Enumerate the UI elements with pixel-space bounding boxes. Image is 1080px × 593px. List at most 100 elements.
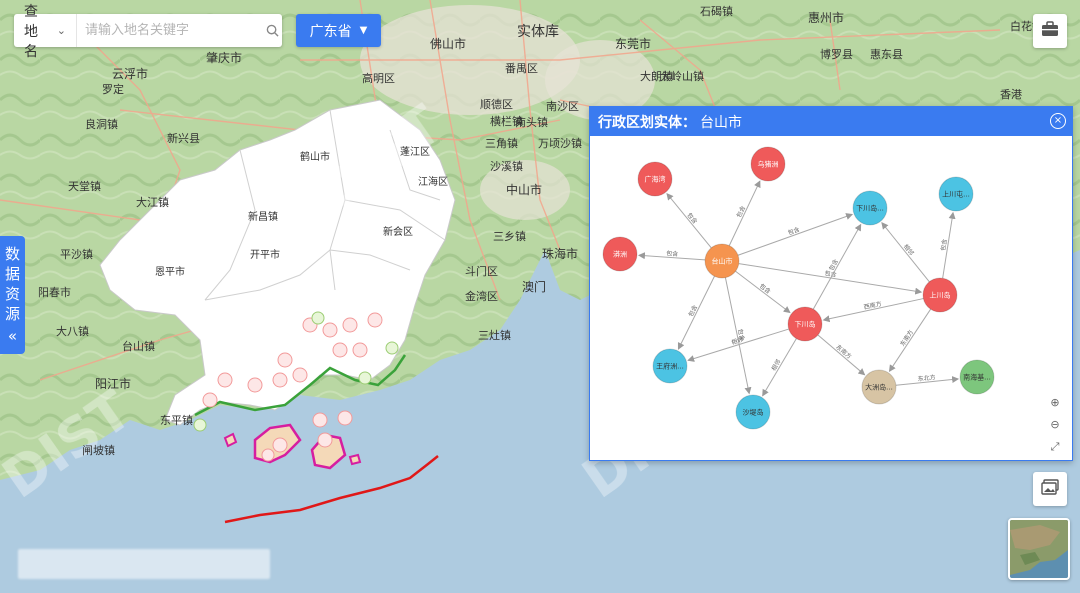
side-tab-char: 数 [4,245,20,263]
place-label: 平沙镇 [60,247,93,261]
graph-node-label: 大洲岛... [865,383,893,392]
graph-node-label: 台山市 [712,257,733,266]
graph-edge-label: 包含 [685,211,699,225]
graph-node[interactable]: 上川屯... [938,176,974,212]
graph-node[interactable]: 沙堤岛 [735,394,771,430]
overview-minimap[interactable] [1008,518,1070,580]
province-label: 广东省 [309,23,352,40]
panel-header: 行政区划实体： 台山市 [590,107,1072,136]
graph-edge-label: 相邻 [730,335,744,346]
graph-node-label: 沙堤岛 [743,408,764,417]
graph-node[interactable]: 台山市 [704,243,740,279]
toolbox-button[interactable] [1033,14,1067,48]
fit-view-icon[interactable]: ⤢ [1051,440,1060,454]
graph-node-label: 广海湾 [645,175,666,184]
knowledge-graph[interactable]: 包含 包含包含包含包含包含包含包含包含相邻相邻东南方西南方相邻 包含东南方东北方 台… [590,136,1072,460]
place-label: 番禺区 [505,62,538,75]
place-label: 横栏镇 [490,114,523,128]
place-label: 台山镇 [122,339,155,353]
graph-edge-label: 包含 [787,225,801,237]
graph-node-label: 王府洲... [656,362,684,371]
graph-edge-label: 包含 [735,205,747,219]
graph-node[interactable]: 乌猪洲 [750,146,786,182]
expand-arrow-icon: « [7,327,18,345]
close-icon[interactable]: × [1050,113,1066,129]
graph-edge-label: 包含 [758,282,772,296]
place-label: 罗定 [102,82,124,96]
graph-edge-label: 包含 [687,304,700,318]
place-label: 新兴县 [167,131,200,145]
place-label: 惠州市 [808,10,844,25]
graph-node-label: 下川岛... [856,204,884,213]
chevron-down-icon: ⌄ [56,24,66,37]
data-resource-tab[interactable]: 数 据 资 源 « [0,236,25,354]
place-label: 大江镇 [136,195,169,209]
place-label: 东莞市 [615,36,651,51]
graph-node[interactable]: 王府洲... [652,348,688,384]
place-label: 斗门区 [465,264,498,278]
place-label: 新会区 [383,225,413,238]
graph-node[interactable]: 南海基... [959,359,995,395]
graph-node-label: 上川岛 [930,291,951,300]
search-input[interactable] [76,14,263,47]
place-label: 实体库 [517,24,559,40]
place-label: 万顷沙镇 [538,136,582,150]
basemap-switch-button[interactable] [1033,472,1067,506]
minimap-image [1010,520,1068,578]
entity-panel: 行政区划实体： 台山市 × 包含 包含 包含 包含 包含 包含 包含 包含 包含 相邻 相邻 东南方西… [589,106,1073,461]
graph-node[interactable]: 上川岛 [922,277,958,313]
coordinate-bar [18,549,270,579]
graph-node-label: 上川屯... [942,190,970,199]
place-search-box: 查地名 ⌄ [14,4,282,60]
place-label: 南沙区 [546,100,579,113]
place-label: 大岭山镇 [660,69,704,83]
graph-node[interactable]: 下川岛... [852,190,888,226]
place-label: 金湾区 [465,289,498,303]
search-type-dropdown[interactable]: 查地名 ⌄ [14,4,77,60]
small-island-east [348,453,362,466]
place-label: 良洞镇 [85,117,118,131]
place-label: 石碣镇 [700,4,733,18]
place-label: 沙溪镇 [490,159,523,173]
place-label: 香港 [1000,88,1022,101]
place-label: 新昌镇 [248,210,278,223]
place-label: 大八镇 [56,324,89,338]
place-label: 珠海市 [542,246,578,261]
place-label: 肇庆市 [206,50,242,65]
panel-title-value: 台山市 [700,114,742,131]
graph-edge-label: 包含 [666,249,679,258]
graph-edge-label: 包含 [827,258,840,272]
side-tab-char: 源 [4,305,20,323]
place-label: 三灶镇 [478,328,511,342]
search-type-label: 查地名 [24,3,38,60]
place-label: 蓬江区 [400,146,430,158]
place-label: 高明区 [362,71,395,85]
place-label: 中山市 [506,182,542,197]
panel-title-label: 行政区划实体： [598,114,696,131]
province-selector[interactable]: 广东省 ▼ [296,14,381,47]
search-icon[interactable] [263,24,282,37]
graph-edge-label: 相邻 [770,358,783,372]
graph-edge-label: 相邻 [902,243,916,257]
briefcase-icon [1041,21,1059,41]
graph-edge-label: 东南方 [898,328,915,347]
place-label: 江海区 [418,175,448,188]
place-label: 阳江市 [95,376,131,391]
place-label: 惠东县 [870,47,903,61]
image-layers-icon [1041,479,1059,499]
graph-node[interactable]: 漭洲 [602,236,638,272]
graph-node-label: 下川岛 [795,320,816,329]
graph-node[interactable]: 大洲岛... [861,369,897,405]
side-tab-char: 资 [4,285,20,303]
place-label: 佛山市 [430,36,466,51]
place-label: 博罗县 [820,48,853,61]
place-label: 东平镇 [160,413,193,427]
graph-edge-label: 西南方 [863,300,882,312]
place-label: 天堂镇 [68,179,101,193]
graph-node[interactable]: 广海湾 [637,161,673,197]
graph-node[interactable]: 下川岛 [787,306,823,342]
zoom-in-icon[interactable]: ⊕ [1050,396,1059,409]
side-tab-char: 据 [4,265,20,283]
zoom-out-icon[interactable]: ⊖ [1050,418,1059,431]
place-label: 三乡镇 [493,229,526,243]
